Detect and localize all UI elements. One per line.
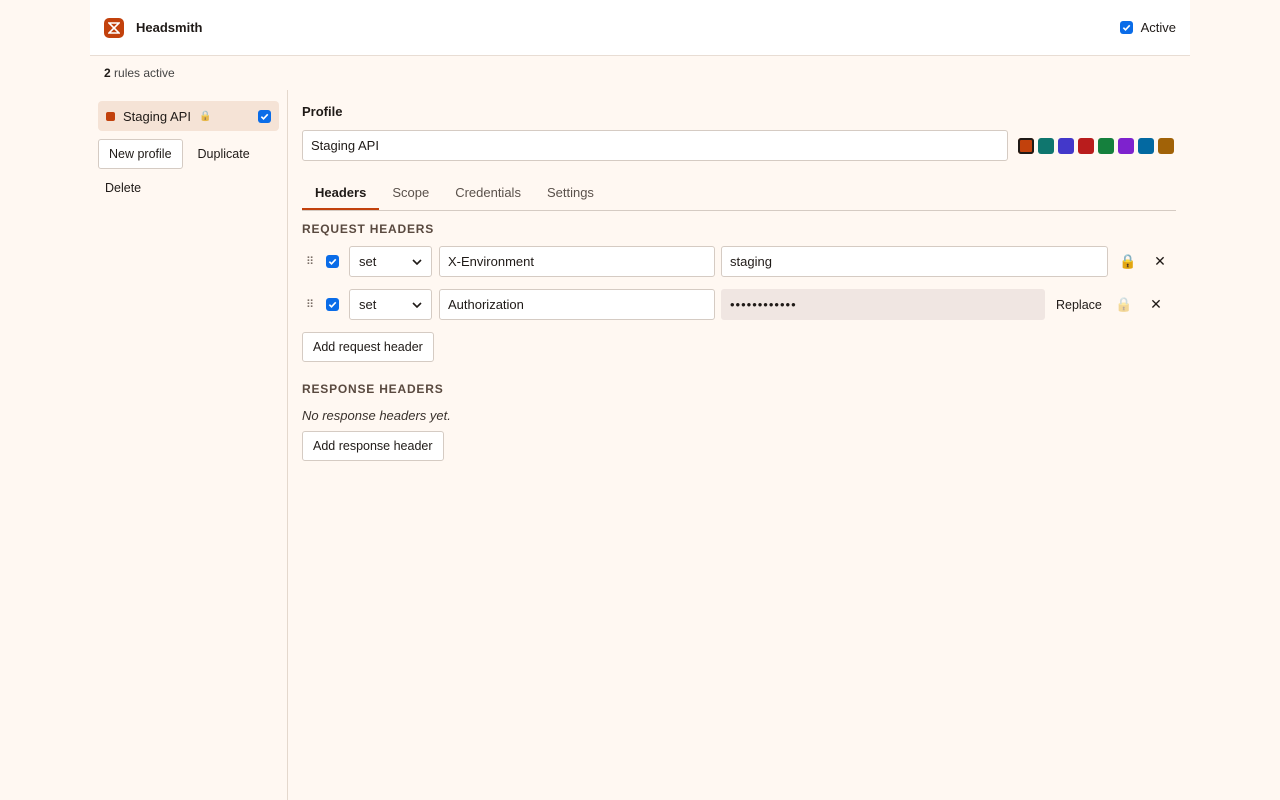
chevron-down-icon bbox=[412, 258, 422, 265]
profile-color-swatch bbox=[106, 111, 115, 121]
tab-headers[interactable]: Headers bbox=[302, 177, 380, 210]
response-headers-title: RESPONSE HEADERS bbox=[302, 382, 444, 396]
top-bar: Headsmith Active bbox=[90, 0, 1190, 56]
close-icon: ✕ bbox=[1154, 253, 1166, 269]
active-toggle[interactable]: Active bbox=[1119, 20, 1176, 35]
color-swatch-amber[interactable] bbox=[1158, 137, 1174, 154]
tab-credentials[interactable]: Credentials bbox=[442, 177, 534, 210]
header-enabled-checkbox[interactable] bbox=[326, 298, 339, 311]
status-bar: 2 rules active bbox=[90, 56, 1190, 90]
main-panel: Profile Staging API Headers Scope Creden bbox=[288, 90, 1190, 800]
header-name-input[interactable]: Authorization bbox=[439, 289, 715, 320]
request-header-row: ⠿ set X-Environment staging 🔒 ✕ bbox=[302, 246, 1176, 277]
color-swatch-teal[interactable] bbox=[1038, 137, 1054, 154]
lock-icon: 🔒 bbox=[198, 110, 212, 122]
rules-count: 2 bbox=[104, 66, 111, 80]
lock-toggle[interactable]: 🔒 bbox=[1108, 296, 1140, 313]
add-request-header-button[interactable]: Add request header bbox=[302, 332, 434, 362]
remove-header-button[interactable]: ✕ bbox=[1140, 296, 1172, 313]
drag-handle-icon[interactable]: ⠿ bbox=[302, 255, 318, 268]
header-name-input[interactable]: X-Environment bbox=[439, 246, 715, 277]
lock-toggle[interactable]: 🔒 bbox=[1112, 253, 1144, 270]
color-swatch-red[interactable] bbox=[1078, 137, 1094, 154]
response-headers-empty: No response headers yet. bbox=[302, 408, 451, 423]
sidebar-item-staging-api[interactable]: Staging API 🔒 bbox=[98, 101, 279, 131]
header-secret-value: •••••••••••• bbox=[721, 289, 1045, 320]
request-header-row: ⠿ set Authorization •••••••••••• Replace… bbox=[302, 289, 1176, 320]
tab-bar: Headers Scope Credentials Settings bbox=[302, 177, 1176, 211]
app-logo-icon bbox=[104, 17, 124, 38]
header-op-value: set bbox=[359, 254, 377, 269]
active-label: Active bbox=[1140, 20, 1176, 35]
color-swatch-orange[interactable] bbox=[1018, 137, 1034, 154]
app-title: Headsmith bbox=[136, 20, 203, 35]
new-profile-button[interactable]: New profile bbox=[98, 139, 183, 169]
tab-scope[interactable]: Scope bbox=[379, 177, 442, 210]
profile-section-label: Profile bbox=[302, 104, 343, 119]
header-op-select[interactable]: set bbox=[349, 289, 432, 320]
header-op-value: set bbox=[359, 297, 377, 312]
tab-settings[interactable]: Settings bbox=[534, 177, 607, 210]
app-window: Headsmith Active 2 rules active Staging … bbox=[90, 0, 1190, 800]
chevron-down-icon bbox=[412, 301, 422, 308]
color-swatch-indigo[interactable] bbox=[1058, 137, 1074, 154]
request-headers-title: REQUEST HEADERS bbox=[302, 222, 435, 236]
header-op-select[interactable]: set bbox=[349, 246, 432, 277]
rules-active-text: rules active bbox=[114, 66, 175, 80]
replace-secret-button[interactable]: Replace bbox=[1056, 298, 1102, 312]
lock-icon: 🔒 bbox=[1119, 253, 1137, 269]
active-checkbox[interactable] bbox=[1119, 21, 1133, 34]
header-value-input[interactable]: staging bbox=[721, 246, 1108, 277]
color-swatch-purple[interactable] bbox=[1118, 137, 1134, 154]
add-response-header-button[interactable]: Add response header bbox=[302, 431, 444, 461]
profile-name-label: Staging API bbox=[123, 108, 191, 124]
drag-handle-icon[interactable]: ⠿ bbox=[302, 298, 318, 311]
color-picker bbox=[1018, 137, 1174, 154]
profile-name-input[interactable]: Staging API bbox=[302, 130, 1008, 161]
profile-enabled-checkbox[interactable] bbox=[258, 109, 271, 123]
color-swatch-green[interactable] bbox=[1098, 137, 1114, 154]
color-swatch-blue[interactable] bbox=[1138, 137, 1154, 154]
close-icon: ✕ bbox=[1150, 296, 1162, 312]
remove-header-button[interactable]: ✕ bbox=[1144, 253, 1176, 270]
lock-icon: 🔒 bbox=[1115, 296, 1133, 312]
duplicate-button[interactable]: Duplicate bbox=[187, 139, 261, 169]
sidebar: Staging API 🔒 New profile Duplicate Dele… bbox=[90, 90, 288, 800]
delete-button[interactable]: Delete bbox=[98, 173, 152, 203]
header-enabled-checkbox[interactable] bbox=[326, 255, 339, 268]
